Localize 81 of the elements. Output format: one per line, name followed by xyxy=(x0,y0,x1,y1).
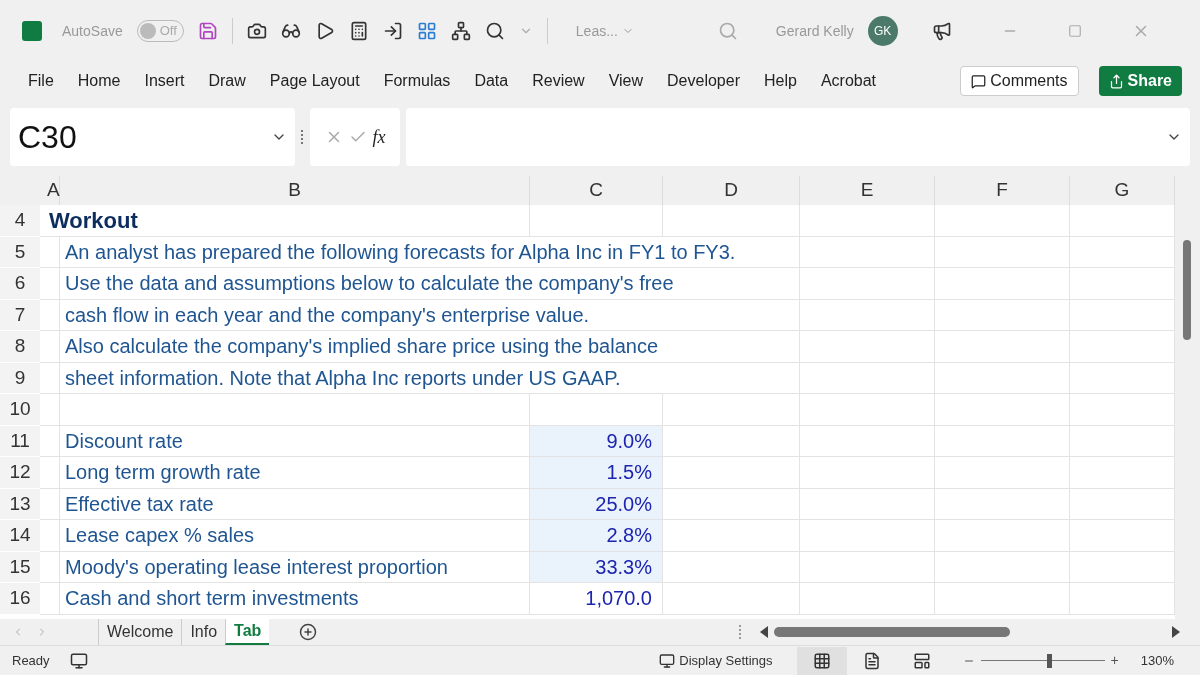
paragraph-line: cash flow in each year and the company's enterprise value. xyxy=(65,302,590,328)
display-settings-button[interactable]: Display Settings xyxy=(659,650,773,671)
ribbon-tab[interactable]: Review xyxy=(520,62,597,100)
user-name: Gerard Kelly xyxy=(775,21,854,41)
ribbon-tab[interactable]: Home xyxy=(65,62,133,100)
row-number: 8 xyxy=(0,331,40,362)
row-number: 16 xyxy=(0,583,40,614)
section-heading: Workout xyxy=(49,206,138,235)
glasses-icon[interactable] xyxy=(280,21,301,41)
comments-button[interactable]: Comments xyxy=(960,66,1079,96)
ribbon-tab[interactable]: Insert xyxy=(132,62,197,100)
row-number: 12 xyxy=(0,457,40,488)
zoom-slider-thumb[interactable] xyxy=(1046,653,1052,668)
camera-icon[interactable] xyxy=(246,21,267,41)
ribbon-tab[interactable]: Page Layout xyxy=(257,62,372,100)
row-number: 10 xyxy=(0,394,40,425)
autosave-label: AutoSave xyxy=(62,21,123,41)
value-cell[interactable]: 1.5% xyxy=(530,457,662,488)
share-button[interactable]: Share xyxy=(1098,66,1182,96)
cell-text: Effective tax rate xyxy=(65,491,214,517)
paragraph-line: sheet information. Note that Alpha Inc reports under US GAAP. xyxy=(65,365,621,391)
ribbon-tab[interactable]: Acrobat xyxy=(808,62,888,100)
zoom-in-button[interactable]: + xyxy=(1110,650,1119,671)
row-number: 6 xyxy=(0,268,40,299)
ribbon-tab[interactable]: Help xyxy=(751,62,809,100)
value-cell[interactable]: 2.8% xyxy=(530,520,662,551)
ribbon-tab[interactable]: Formulas xyxy=(371,62,463,100)
save-icon[interactable] xyxy=(197,21,218,41)
user-avatar[interactable]: GK xyxy=(867,16,898,46)
drag-handle-icon[interactable] xyxy=(739,625,742,639)
ribbon-tab[interactable]: Draw xyxy=(196,62,258,100)
drag-handle-icon[interactable] xyxy=(301,130,304,144)
sheet-tab[interactable]: Tab xyxy=(225,619,270,645)
view-icon xyxy=(812,651,831,670)
value-cell[interactable]: 33.3% xyxy=(530,551,662,582)
hierarchy-icon[interactable] xyxy=(450,21,471,41)
column-header[interactable]: A xyxy=(40,176,60,205)
paragraph-line: Use the data and assumptions below to calculate the company's free xyxy=(65,271,674,297)
value-cell[interactable]: 25.0% xyxy=(530,488,662,519)
view-icon xyxy=(862,651,881,670)
row-number: 11 xyxy=(0,425,40,456)
name-box[interactable]: C30 xyxy=(10,108,295,166)
row-number: 7 xyxy=(0,299,40,330)
paragraph-line: An analyst has prepared the following forecasts for Alpha Inc in FY1 to FY3. xyxy=(65,239,736,265)
column-header[interactable]: B xyxy=(60,176,530,205)
row-number: 5 xyxy=(0,236,40,267)
share-icon xyxy=(1108,73,1124,89)
formula-input[interactable] xyxy=(406,108,1190,166)
column-header[interactable]: F xyxy=(935,176,1070,205)
view-icon xyxy=(912,651,931,670)
cell-text: Long term growth rate xyxy=(65,460,261,486)
row-number: 14 xyxy=(0,520,40,551)
cell-text: Lease capex % sales xyxy=(65,523,254,549)
zoom-percent[interactable]: 130% xyxy=(1140,650,1174,671)
row-number: 4 xyxy=(0,205,40,236)
view-button[interactable] xyxy=(796,646,847,675)
comment-icon xyxy=(971,73,987,89)
paragraph-line: Also calculate the company's implied share price using the balance xyxy=(65,334,659,360)
monitor-icon xyxy=(659,652,676,669)
cell-text: Discount rate xyxy=(65,428,183,454)
cell-text: Cash and short term investments xyxy=(65,586,359,612)
ribbon-tab[interactable]: File xyxy=(16,62,66,100)
status-text: Ready xyxy=(12,651,50,670)
row-number: 13 xyxy=(0,488,40,519)
add-sheet-icon[interactable] xyxy=(299,623,318,641)
arrow-in-icon[interactable] xyxy=(382,21,403,41)
value-cell[interactable]: 9.0% xyxy=(530,425,662,456)
row-number: 9 xyxy=(0,362,40,393)
search-icon[interactable] xyxy=(484,21,505,41)
column-header[interactable]: E xyxy=(800,176,935,205)
ribbon-tab[interactable]: Data xyxy=(462,62,521,100)
column-header[interactable]: D xyxy=(663,176,800,205)
ribbon-tab[interactable]: Developer xyxy=(655,62,752,100)
insert-function-button[interactable]: fx xyxy=(372,123,386,151)
megaphone-icon[interactable] xyxy=(931,21,952,41)
grid-icon[interactable] xyxy=(416,21,437,41)
row-number: 15 xyxy=(0,551,40,582)
column-header[interactable]: C xyxy=(530,176,663,205)
ribbon-tab[interactable]: View xyxy=(596,62,656,100)
cell-text: Moody's operating lease interest proportion xyxy=(65,554,448,580)
value-cell[interactable]: 1,070.0 xyxy=(530,583,662,614)
